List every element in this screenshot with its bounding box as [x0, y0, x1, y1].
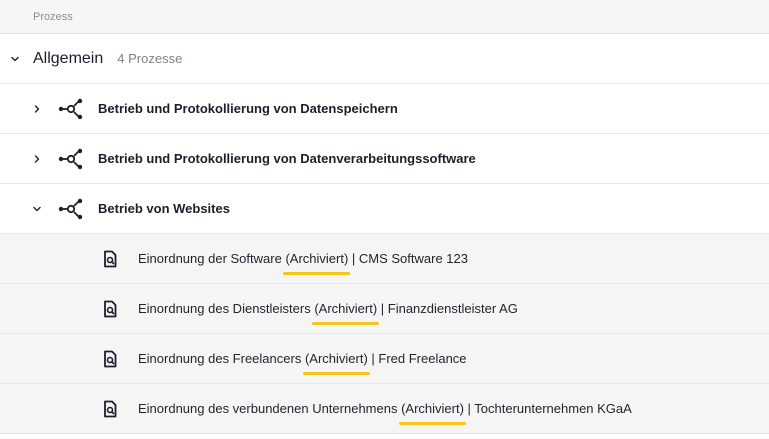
process-network-icon	[58, 148, 84, 170]
process-title[interactable]: Betrieb von Websites	[98, 201, 230, 216]
group-count: 4 Prozesse	[117, 51, 183, 66]
document-row[interactable]: Einordnung des verbundenen Unternehmens …	[0, 384, 769, 434]
archived-badge: (Archiviert)	[312, 301, 380, 325]
document-row[interactable]: Einordnung des Freelancers (Archiviert) …	[0, 334, 769, 384]
process-network-icon	[58, 198, 84, 220]
chevron-down-icon[interactable]	[8, 52, 22, 66]
process-row[interactable]: Betrieb und Protokollierung von Datenver…	[0, 134, 769, 184]
document-search-icon	[102, 250, 118, 268]
process-network-icon	[58, 98, 84, 120]
document-search-icon	[102, 300, 118, 318]
archived-badge: (Archiviert)	[283, 251, 351, 275]
group-title: Allgemein	[33, 49, 104, 67]
document-suffix: | CMS Software 123	[348, 251, 468, 266]
column-header-label: Prozess	[33, 10, 73, 23]
archived-badge: (Archiviert)	[302, 351, 370, 375]
process-row[interactable]: Betrieb von Websites	[0, 184, 769, 234]
document-search-icon	[102, 400, 118, 418]
document-row[interactable]: Einordnung des Dienstleisters (Archivier…	[0, 284, 769, 334]
document-suffix: | Finanzdienstleister AG	[377, 301, 518, 316]
chevron-right-icon[interactable]	[30, 102, 44, 116]
document-link[interactable]: Einordnung des Dienstleisters (Archivier…	[138, 301, 518, 325]
document-prefix: Einordnung des Dienstleisters	[138, 301, 315, 316]
document-prefix: Einordnung des Freelancers	[138, 351, 305, 366]
process-row[interactable]: Betrieb und Protokollierung von Datenspe…	[0, 84, 769, 134]
document-link[interactable]: Einordnung des verbundenen Unternehmens …	[138, 401, 632, 425]
document-suffix: | Fred Freelance	[367, 351, 467, 366]
chevron-down-icon[interactable]	[30, 202, 44, 216]
process-title[interactable]: Betrieb und Protokollierung von Datenspe…	[98, 101, 398, 116]
archived-badge: (Archiviert)	[399, 401, 466, 425]
process-table: Prozess Allgemein 4 Prozesse Betrieb und…	[0, 0, 769, 434]
document-prefix: Einordnung der Software	[138, 251, 286, 266]
document-suffix: | Tochterunternehmen KGaA	[463, 401, 632, 416]
process-title[interactable]: Betrieb und Protokollierung von Datenver…	[98, 151, 476, 166]
document-row[interactable]: Einordnung der Software (Archiviert) | C…	[0, 234, 769, 284]
document-prefix: Einordnung des verbundenen Unternehmens	[138, 401, 402, 416]
document-search-icon	[102, 350, 118, 368]
column-header-prozess: Prozess	[0, 0, 769, 34]
chevron-right-icon[interactable]	[30, 152, 44, 166]
group-row-allgemein[interactable]: Allgemein 4 Prozesse	[0, 34, 769, 84]
document-link[interactable]: Einordnung der Software (Archiviert) | C…	[138, 251, 468, 275]
document-link[interactable]: Einordnung des Freelancers (Archiviert) …	[138, 351, 467, 375]
